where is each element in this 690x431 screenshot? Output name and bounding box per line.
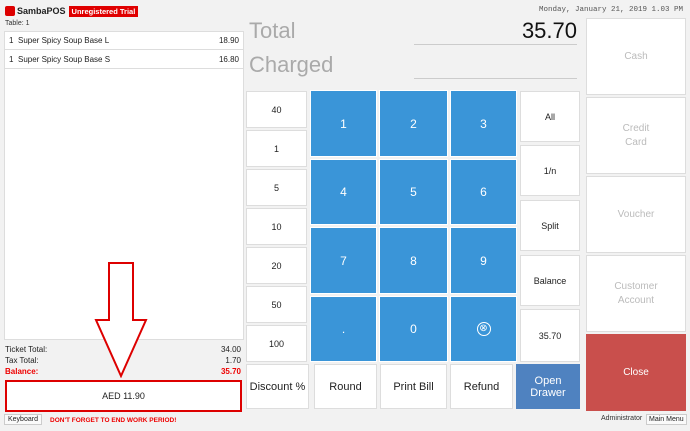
ticket-line-name: Super Spicy Soup Base S — [18, 55, 111, 64]
work-period-warning: DON'T FORGET TO END WORK PERIOD! — [50, 417, 177, 424]
ticket-total-value: 34.00 — [220, 345, 241, 354]
quick-amount-button[interactable]: 10 — [246, 208, 307, 245]
customer-account-payment-button[interactable]: Customer Account — [586, 255, 686, 332]
logo-icon — [5, 6, 15, 16]
exact-amount-button[interactable]: 35.70 — [520, 309, 580, 362]
numpad-7-button[interactable]: 7 — [310, 227, 377, 294]
numpad-clear-button[interactable]: ⊗ — [450, 296, 517, 362]
numpad-3-button[interactable]: 3 — [450, 90, 517, 157]
app-logo: SambaPOS Unregistered Trial — [5, 4, 139, 18]
quick-amount-button[interactable]: 50 — [246, 286, 307, 323]
cash-payment-button[interactable]: Cash — [586, 18, 686, 95]
round-button[interactable]: Round — [314, 364, 377, 409]
ticket-line[interactable]: 1 Super Spicy Soup Base L 18.90 — [5, 32, 243, 50]
main-menu-button[interactable]: Main Menu — [646, 414, 687, 425]
numpad-8-button[interactable]: 8 — [379, 227, 448, 294]
total-divider — [414, 44, 577, 45]
total-label: Total — [249, 18, 296, 43]
ticket-line-qty: 1 — [9, 55, 14, 64]
charged-label: Charged — [249, 52, 334, 77]
quick-amount-button[interactable]: 20 — [246, 247, 307, 284]
ticket-line-price: 18.90 — [218, 36, 239, 45]
balance-button[interactable]: Balance — [520, 255, 580, 306]
numpad-6-button[interactable]: 6 — [450, 159, 517, 225]
numpad-2-button[interactable]: 2 — [379, 90, 448, 157]
voucher-payment-button[interactable]: Voucher — [586, 176, 686, 253]
table-label: Table: 1 — [5, 20, 30, 27]
print-bill-button[interactable]: Print Bill — [380, 364, 447, 409]
ticket-total-label: Ticket Total: — [5, 345, 48, 354]
balance-label: Balance: — [5, 367, 39, 376]
numpad-decimal-button[interactable]: . — [310, 296, 377, 362]
numpad-5-button[interactable]: 5 — [379, 159, 448, 225]
tax-total-row: Tax Total: 1.70 — [5, 356, 241, 365]
close-button[interactable]: Close — [586, 334, 686, 411]
numpad-0-button[interactable]: 0 — [379, 296, 448, 362]
numpad-1-button[interactable]: 1 — [310, 90, 377, 157]
refund-button[interactable]: Refund — [450, 364, 513, 409]
split-button[interactable]: Split — [520, 200, 580, 251]
sambapos-logo: SambaPOS — [5, 6, 66, 16]
quick-amount-button[interactable]: 100 — [246, 325, 307, 362]
ticket-line-price: 16.80 — [218, 55, 239, 64]
keyboard-button[interactable]: Keyboard — [4, 414, 42, 425]
credit-card-payment-button[interactable]: Credit Card — [586, 97, 686, 174]
numpad-9-button[interactable]: 9 — [450, 227, 517, 294]
clear-icon: ⊗ — [476, 322, 491, 336]
split-1n-button[interactable]: 1/n — [520, 145, 580, 196]
charged-divider — [414, 78, 577, 79]
tax-total-label: Tax Total: — [5, 356, 39, 365]
ticket-line-name: Super Spicy Soup Base L — [18, 36, 110, 45]
balance-row: Balance: 35.70 — [5, 367, 241, 376]
split-all-button[interactable]: All — [520, 91, 580, 142]
tendered-amount-field[interactable]: AED 11.90 — [5, 380, 242, 412]
ticket-line-qty: 1 — [9, 36, 14, 45]
ticket-total-row: Ticket Total: 34.00 — [5, 345, 241, 354]
datetime: Monday, January 21, 2019 1.03 PM — [538, 6, 683, 14]
open-drawer-button[interactable]: Open Drawer — [516, 364, 580, 409]
app-name: SambaPOS — [17, 6, 66, 16]
quick-amount-button[interactable]: 40 — [246, 91, 307, 128]
quick-amount-button[interactable]: 1 — [246, 130, 307, 167]
total-value: 35.70 — [521, 18, 577, 43]
user-name: Administrator — [601, 415, 643, 422]
balance-value: 35.70 — [220, 367, 241, 376]
tax-total-value: 1.70 — [225, 356, 241, 365]
numpad-4-button[interactable]: 4 — [310, 159, 377, 225]
quick-amount-button[interactable]: 5 — [246, 169, 307, 206]
discount-button[interactable]: Discount % — [246, 364, 309, 409]
trial-badge: Unregistered Trial — [68, 5, 139, 17]
ticket-line[interactable]: 1 Super Spicy Soup Base S 16.80 — [5, 51, 243, 69]
